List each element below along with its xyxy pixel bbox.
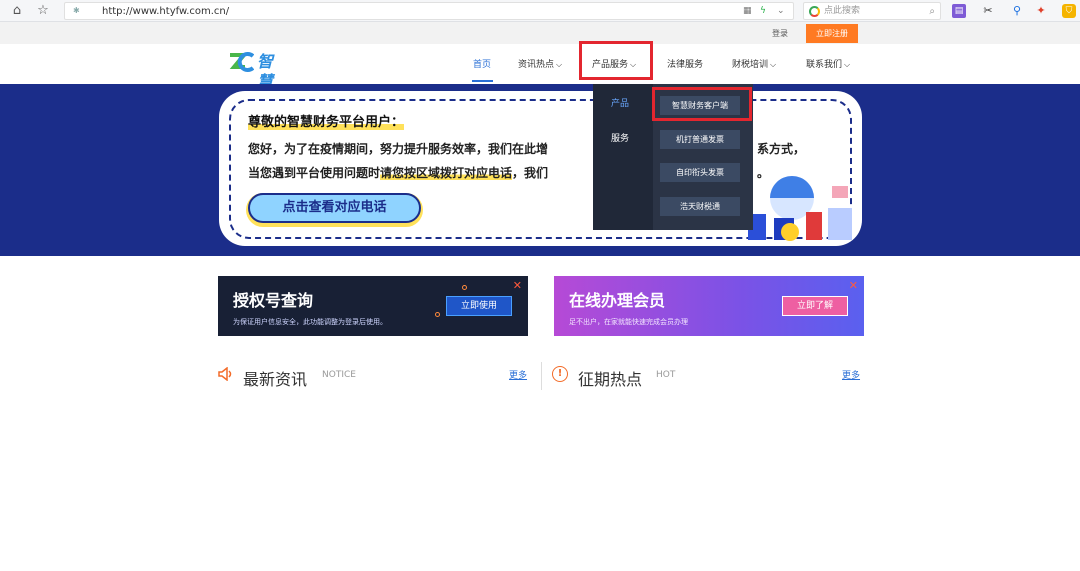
dropdown-item-self-print-invoice[interactable]: 自印衔头发票 <box>660 163 740 182</box>
nav-training-label: 财税培训 <box>732 60 769 70</box>
home-icon[interactable]: ⌂ <box>9 3 25 19</box>
login-link[interactable]: 登录 <box>772 28 788 39</box>
section-divider <box>541 362 542 390</box>
shield-icon[interactable]: ⛉ <box>1062 4 1076 18</box>
search-placeholder: 点此搜索 <box>824 6 861 16</box>
learn-now-button[interactable]: 立即了解 <box>782 296 848 316</box>
notice-line-2-highlight: 请您按区域拨打对应电话 <box>380 166 513 180</box>
close-icon[interactable]: ✕ <box>513 279 522 292</box>
alert-icon: ! <box>552 366 568 382</box>
address-bar[interactable]: ✱ http://www.htyfw.com.cn/ ▦ ϟ ⌄ <box>64 2 794 20</box>
nav-active-underline <box>472 80 493 82</box>
nav-news[interactable]: 资讯热点 ⌵ <box>518 57 562 70</box>
highlight-box-finance-client <box>652 87 752 121</box>
promo-title: 授权号查询 <box>233 291 314 310</box>
nav-news-label: 资讯热点 <box>518 60 555 70</box>
latest-news-title: 最新资讯 <box>243 370 308 389</box>
dropdown-category-service[interactable]: 服务 <box>611 131 629 144</box>
use-now-button[interactable]: 立即使用 <box>446 296 512 316</box>
chevron-down-icon: ⌵ <box>770 60 777 69</box>
notice-title: 尊敬的智慧财务平台用户： <box>248 111 405 130</box>
notice-title-text: 尊敬的智慧财务平台用户： <box>248 115 405 130</box>
latest-news-tag: NOTICE <box>322 370 356 380</box>
decor-dot <box>435 312 440 317</box>
notice-line-2-pre: 当您遇到平台使用问题时 <box>248 166 381 180</box>
chevron-down-icon: ⌵ <box>844 60 851 69</box>
nav-training[interactable]: 财税培训 ⌵ <box>732 57 776 70</box>
dropdown-category-product[interactable]: 产品 <box>611 96 629 109</box>
logo-mark-icon <box>229 52 254 72</box>
star-icon[interactable]: ☆ <box>35 3 51 19</box>
register-button[interactable]: 立即注册 <box>806 24 858 43</box>
browser-search-box[interactable]: 点此搜索 ⌕ <box>803 2 941 20</box>
promo-subtitle: 足不出户，在家就能快速完成会员办理 <box>569 318 688 326</box>
notice-line-1: 您好，为了在疫情期间，努力提升服务效率，我们在此增 <box>248 140 548 157</box>
highlight-box-products-nav <box>579 41 653 80</box>
reader-icon[interactable]: ▦ <box>743 4 752 19</box>
promo-subtitle: 为保证用户信息安全，此功能调整为登录后使用。 <box>233 318 387 326</box>
extension-grid-icon[interactable]: ▤ <box>952 4 966 18</box>
nav-contact[interactable]: 联系我们 ⌵ <box>806 57 850 70</box>
dropdown-item-tax-tool[interactable]: 浩天财税通 <box>660 197 740 216</box>
nav-legal[interactable]: 法律服务 <box>667 57 703 70</box>
promo-title: 在线办理会员 <box>569 291 666 310</box>
notice-line-1-text: 您好，为了在疫情期间，努力提升服务效率，我们在此增 <box>248 142 549 156</box>
close-icon[interactable]: ✕ <box>849 279 858 292</box>
chevron-down-icon: ⌵ <box>556 60 563 69</box>
hot-topics-tag: HOT <box>656 370 676 380</box>
hot-topics-title: 征期热点 <box>578 370 643 389</box>
notice-line-2: 当您遇到平台使用问题时请您按区域拨打对应电话，我们 <box>248 164 548 181</box>
hot-topics-more-link[interactable]: 更多 <box>842 368 860 381</box>
promo-auth-query[interactable]: 授权号查询 为保证用户信息安全，此功能调整为登录后使用。 立即使用 ✕ <box>218 276 528 336</box>
site-favicon-icon: ✱ <box>73 6 80 15</box>
latest-news-more-link[interactable]: 更多 <box>509 368 527 381</box>
promo-membership[interactable]: 在线办理会员 足不出户，在家就能快速完成会员办理 立即了解 ✕ <box>554 276 864 336</box>
bolt-icon[interactable]: ϟ <box>760 4 766 19</box>
notice-line-2-post: ，我们 <box>512 166 549 180</box>
login-strip <box>0 22 1080 44</box>
browser-toolbar: ⌂ ☆ ✱ http://www.htyfw.com.cn/ ▦ ϟ ⌄ 点此搜… <box>0 0 1080 22</box>
url-text: http://www.htyfw.com.cn/ <box>102 6 230 17</box>
nav-contact-label: 联系我们 <box>806 60 843 70</box>
search-engine-icon <box>809 6 820 17</box>
speaker-icon <box>218 367 232 381</box>
magnifier-icon[interactable]: ⚲ <box>1010 4 1024 18</box>
scissors-icon[interactable]: ✂ <box>981 4 995 18</box>
search-icon[interactable]: ⌕ <box>929 4 935 19</box>
dropdown-item-machine-invoice[interactable]: 机打普通发票 <box>660 130 740 149</box>
view-phone-button[interactable]: 点击查看对应电话 <box>248 193 421 223</box>
chevron-down-icon[interactable]: ⌄ <box>777 4 785 19</box>
game-icon[interactable]: ✦ <box>1034 4 1048 18</box>
notice-line-1-tail: 系方式， <box>757 142 806 156</box>
decor-dot <box>462 285 467 290</box>
work-illustration <box>748 176 852 241</box>
nav-home[interactable]: 首页 <box>473 57 491 70</box>
